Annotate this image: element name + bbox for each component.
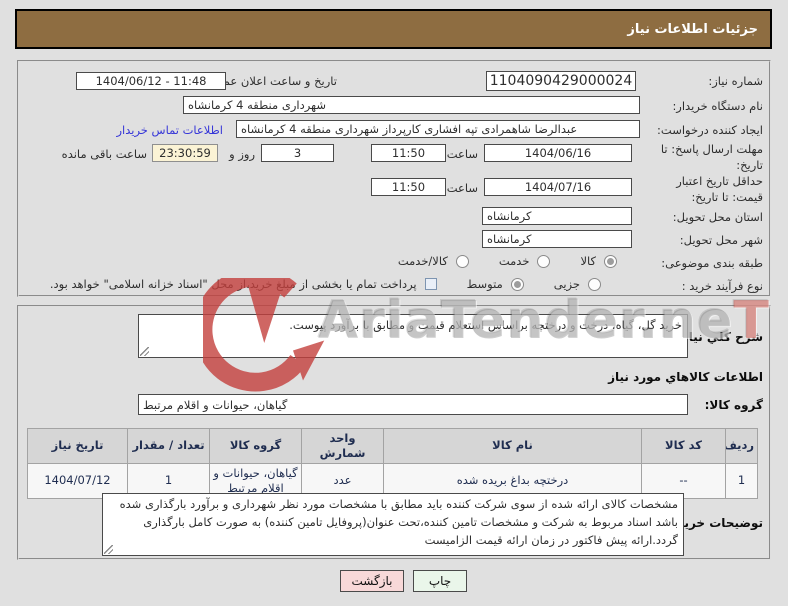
request-creator-field[interactable]: عبدالرضا شاهمرادی تپه افشاری کارپرداز شه…	[236, 120, 640, 138]
items-table: ردیف کد کالا نام کالا واحد شمارش گروه کا…	[27, 428, 758, 499]
need-info-panel: شماره نیاز: 1104090429000024 تاریخ و ساع…	[17, 60, 771, 297]
buyer-notes-textarea[interactable]: مشخصات کالای ارائه شده از سوی شرکت کننده…	[102, 493, 684, 556]
radio-service-label: خدمت	[498, 254, 530, 268]
col-item-code: کد کالا	[641, 428, 726, 464]
items-section-title: اطلاعات کالاهاي مورد نیاز	[608, 370, 763, 384]
remaining-days-field[interactable]: 3	[261, 144, 334, 162]
items-panel: شرح کلي نیاز: خرید گل، گیاه، درخت و درخت…	[17, 305, 771, 560]
delivery-city-field[interactable]: کرمانشاه	[482, 230, 632, 248]
buyer-org-label: نام دستگاه خریدار:	[672, 99, 763, 113]
back-button[interactable]: بازگشت	[340, 570, 404, 592]
col-quantity: تعداد / مقدار	[127, 428, 210, 464]
buyer-org-field[interactable]: شهرداری منطقه 4 کرمانشاه	[183, 96, 640, 114]
col-unit: واحد شمارش	[301, 428, 384, 464]
radio-medium-label: متوسط	[466, 277, 503, 291]
delivery-province-label: استان محل تحویل:	[672, 210, 763, 224]
delivery-province-field[interactable]: کرمانشاه	[482, 207, 632, 225]
cell-row-number: 1	[725, 462, 758, 499]
validity-time-field[interactable]: 11:50	[371, 178, 446, 196]
treasury-docs-checkbox[interactable]	[424, 278, 437, 290]
deadline-time-field[interactable]: 11:50	[371, 144, 446, 162]
treasury-docs-label: پرداخت تمام یا بخشی از مبلغ خرید،از محل …	[49, 277, 417, 291]
resize-handle-icon[interactable]	[104, 545, 113, 554]
page-title-bar: جزئیات اطلاعات نیاز	[15, 9, 772, 49]
col-row-number: ردیف	[725, 428, 758, 464]
radio-goods[interactable]	[604, 254, 617, 268]
print-button[interactable]: چاپ	[413, 570, 467, 592]
countdown-timer-field: 23:30:59	[152, 144, 218, 162]
days-and-label: روز و	[229, 147, 255, 161]
classification-label: طبقه بندی موضوعی:	[661, 256, 763, 270]
need-description-textarea[interactable]: خرید گل، گیاه، درخت و درختچه براساس استع…	[138, 314, 688, 358]
radio-medium[interactable]	[510, 277, 524, 291]
buyer-contact-link[interactable]: اطلاعات تماس خریدار	[116, 123, 223, 139]
items-table-header-row: ردیف کد کالا نام کالا واحد شمارش گروه کا…	[27, 428, 758, 464]
request-creator-label: ایجاد کننده درخواست:	[657, 123, 763, 137]
item-group-label: گروه کالا:	[704, 398, 763, 412]
response-deadline-label: مهلت ارسال پاسخ: تا تاریخ:	[660, 142, 763, 172]
col-group: گروه کالا	[209, 428, 302, 464]
price-validity-label: حداقل تاریخ اعتبار قیمت: تا تاریخ:	[676, 174, 763, 204]
need-details-page: { "header": { "title": "جزئیات اطلاعات ن…	[0, 0, 788, 606]
page-title: جزئیات اطلاعات نیاز	[627, 21, 758, 37]
deadline-hour-label: ساعت	[446, 147, 478, 161]
delivery-city-label: شهر محل تحویل:	[679, 233, 763, 247]
resize-handle-icon[interactable]	[140, 347, 149, 356]
hours-remaining-label: ساعت باقی مانده	[61, 147, 147, 161]
need-number-label: شماره نیاز:	[708, 74, 763, 88]
validity-date-field[interactable]: 1404/07/16	[484, 178, 632, 196]
col-item-name: نام کالا	[383, 428, 642, 464]
need-number-field[interactable]: 1104090429000024	[486, 71, 636, 91]
radio-minor[interactable]	[588, 277, 601, 291]
need-description-label: شرح کلي نیاز:	[677, 330, 763, 344]
validity-hour-label: ساعت	[446, 181, 478, 195]
radio-goods-service-label: کالا/خدمت	[397, 254, 448, 268]
radio-goods-service[interactable]	[455, 254, 469, 268]
radio-service[interactable]	[537, 254, 551, 268]
radio-goods-label: کالا	[580, 254, 596, 268]
item-group-field[interactable]: گیاهان، حیوانات و اقلام مرتبط	[138, 394, 688, 415]
deadline-date-field[interactable]: 1404/06/16	[484, 144, 632, 162]
col-need-date: تاریخ نیاز	[27, 428, 128, 464]
announce-datetime-field[interactable]: 1404/06/12 - 11:48	[76, 72, 226, 90]
radio-minor-label: جزیی	[553, 277, 580, 291]
purchase-process-label: نوع فرآیند خرید :	[681, 279, 763, 293]
